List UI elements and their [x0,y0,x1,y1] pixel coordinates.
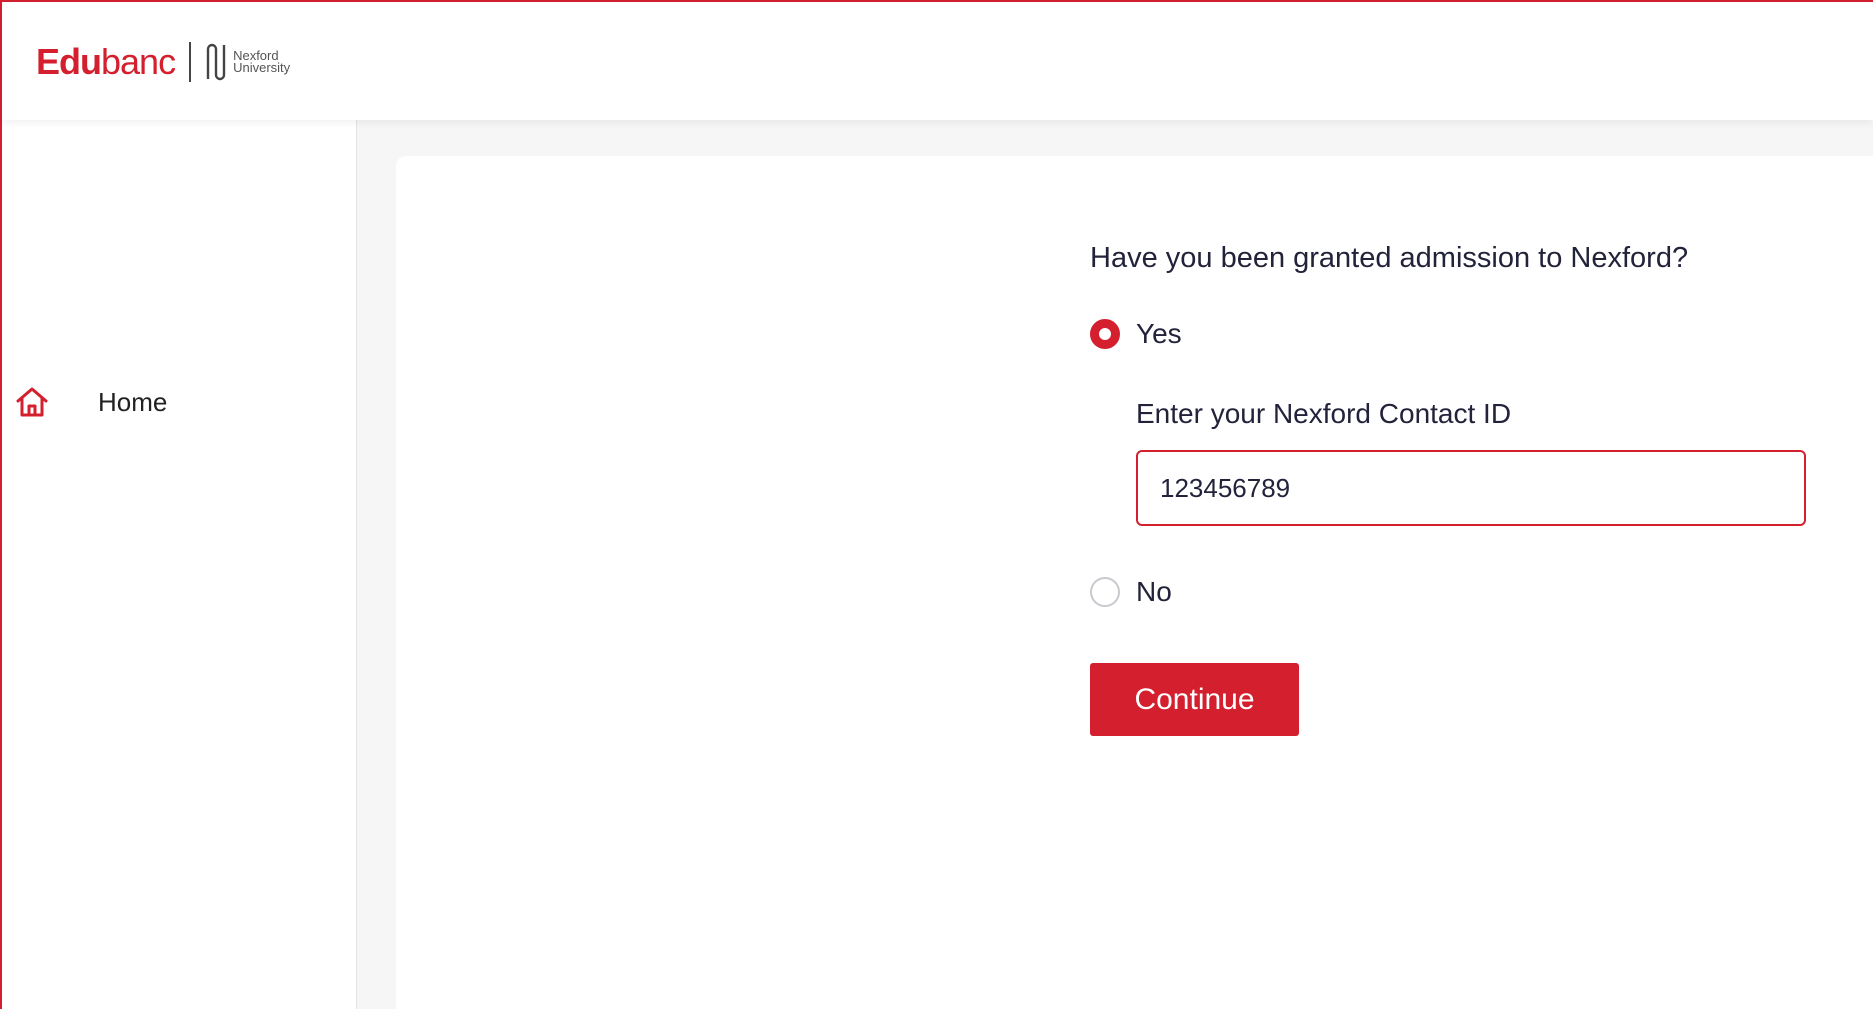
logo-banc-text: banc [101,41,176,82]
sidebar-item-label: Home [98,386,168,417]
top-header: Edu banc Nexford University [2,2,1873,120]
nexford-wordmark-line2: University [233,60,291,75]
radio-no-label: No [1136,576,1172,607]
radio-no-button[interactable] [1090,577,1120,607]
admission-question: Have you been granted admission to Nexfo… [1090,242,1689,274]
home-icon [16,387,48,417]
contact-id-label: Enter your Nexford Contact ID [1136,398,1512,429]
contact-id-input[interactable] [1136,450,1806,526]
sidebar-item-home[interactable]: Home [14,382,167,422]
radio-option-no[interactable]: No [1090,576,1172,608]
nexford-wordmark: Nexford University [233,49,291,75]
logo-edu-text: Edu [36,41,102,82]
logo-divider [189,42,192,82]
radio-option-yes[interactable]: Yes [1090,318,1182,350]
radio-yes-label: Yes [1136,318,1182,349]
brand-logo[interactable]: Edu banc Nexford University [36,40,290,84]
continue-button[interactable]: Continue [1090,663,1299,736]
radio-yes-button[interactable] [1090,319,1120,349]
nexford-logo-icon [206,43,226,81]
sidebar: Home [2,120,357,1009]
